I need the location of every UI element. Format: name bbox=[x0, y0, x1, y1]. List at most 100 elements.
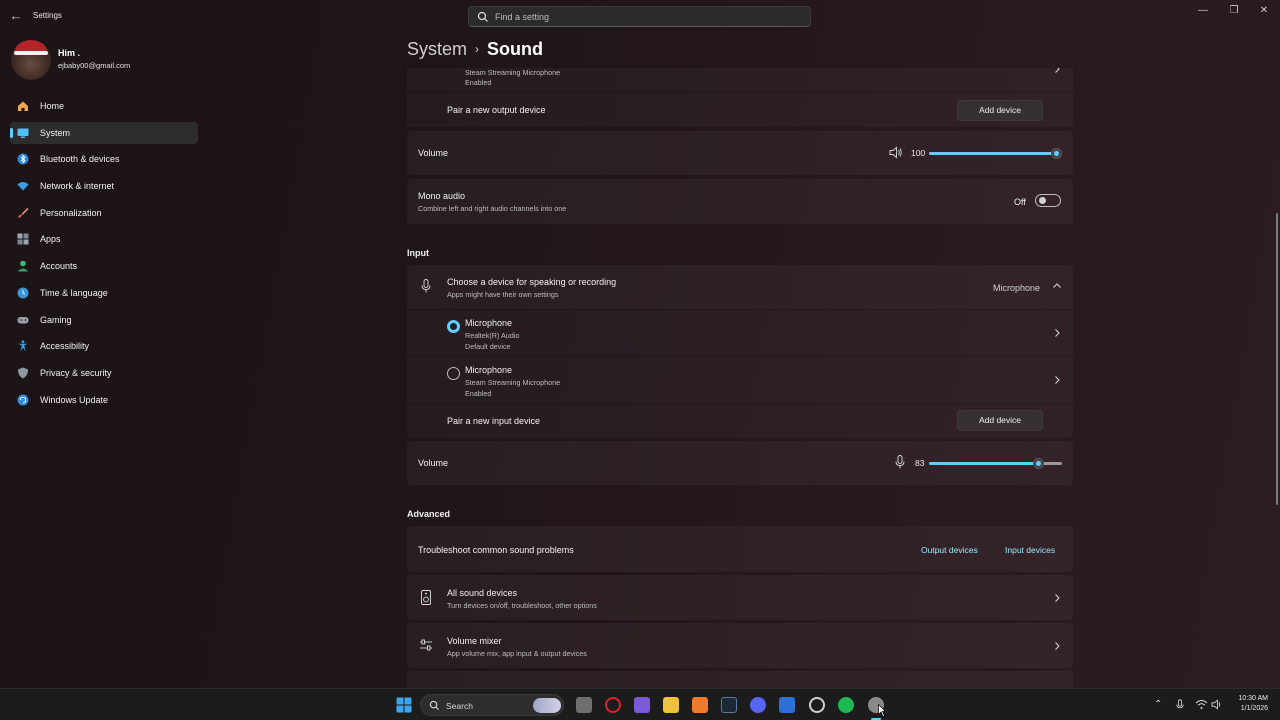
volume-mixer-card[interactable]: Volume mixer App volume mix, app input &… bbox=[407, 623, 1073, 668]
sidebar-item-bluetooth[interactable]: Bluetooth & devices bbox=[10, 148, 198, 170]
sidebar-item-network[interactable]: Network & internet bbox=[10, 175, 198, 197]
chevron-right-icon bbox=[1055, 329, 1060, 337]
output-volume-card: Volume 100 bbox=[407, 131, 1073, 175]
chevron-up-icon[interactable]: ⌃ bbox=[1154, 699, 1162, 710]
sidebar-item-label: Accessibility bbox=[40, 341, 90, 352]
sidebar-item-time-language[interactable]: Time & language bbox=[10, 282, 198, 304]
app-title: Settings bbox=[33, 11, 62, 20]
microphone-icon[interactable] bbox=[895, 455, 905, 469]
all-sound-devices-desc: Turn devices on/off, troubleshoot, other… bbox=[447, 601, 597, 610]
mono-audio-toggle[interactable] bbox=[1035, 194, 1061, 207]
sidebar-item-accounts[interactable]: Accounts bbox=[10, 255, 198, 277]
sidebar-item-label: Time & language bbox=[40, 287, 108, 298]
back-arrow-icon[interactable]: ← bbox=[8, 8, 24, 24]
sidebar-item-label: Privacy & security bbox=[40, 367, 112, 378]
minimize-button[interactable]: — bbox=[1193, 4, 1213, 18]
troubleshoot-label: Troubleshoot common sound problems bbox=[418, 545, 574, 555]
close-button[interactable]: ✕ bbox=[1254, 4, 1274, 18]
sidebar-item-windows-update[interactable]: Windows Update bbox=[10, 389, 198, 411]
sidebar-item-system[interactable]: System bbox=[10, 121, 198, 144]
windows-start-icon[interactable] bbox=[396, 697, 412, 713]
mono-audio-card: Mono audio Combine left and right audio … bbox=[407, 179, 1073, 224]
output-volume-value: 100 bbox=[911, 148, 926, 158]
input-volume-value: 83 bbox=[915, 458, 925, 468]
discord-icon[interactable] bbox=[750, 697, 766, 713]
selected-input-device: Microphone bbox=[993, 283, 1041, 293]
choose-input-device-row[interactable]: Choose a device for speaking or recordin… bbox=[407, 265, 1073, 309]
app-icon-purple[interactable] bbox=[634, 697, 650, 713]
find-setting-search[interactable] bbox=[468, 6, 811, 27]
input-device-name: Microphone bbox=[465, 318, 513, 328]
avatar[interactable] bbox=[11, 40, 51, 80]
clock-time: 10:30 AM bbox=[1238, 695, 1268, 702]
chevron-up-icon[interactable] bbox=[1052, 281, 1062, 291]
search-icon bbox=[429, 700, 440, 711]
app-icon-orange[interactable] bbox=[692, 697, 708, 713]
search-highlight-icon bbox=[533, 698, 561, 713]
restore-button[interactable]: ❐ bbox=[1224, 4, 1244, 18]
input-section-title: Input bbox=[407, 248, 429, 258]
advanced-section-title: Advanced bbox=[407, 509, 451, 519]
input-device-subtitle: Steam Streaming Microphone bbox=[465, 378, 561, 387]
sidebar-item-accessibility[interactable]: Accessibility bbox=[10, 335, 198, 357]
chevron-right-icon bbox=[1055, 376, 1060, 384]
sidebar-item-privacy-security[interactable]: Privacy & security bbox=[10, 362, 198, 384]
input-device-status: Default device bbox=[465, 342, 511, 351]
wifi-icon[interactable] bbox=[1195, 699, 1208, 710]
sidebar-item-label: Apps bbox=[40, 234, 61, 245]
brush-icon bbox=[18, 207, 29, 218]
title-bar: ← Settings — ❐ ✕ bbox=[0, 0, 1280, 34]
input-device-row[interactable]: Microphone Steam Streaming Microphone En… bbox=[407, 357, 1073, 403]
update-icon bbox=[17, 394, 29, 406]
spotify-icon[interactable] bbox=[838, 697, 854, 713]
speaker-icon[interactable] bbox=[889, 146, 903, 159]
app-icon-blue[interactable] bbox=[779, 697, 795, 713]
input-device-subtitle: Realtek(R) Audio bbox=[465, 331, 520, 340]
sidebar-item-apps[interactable]: Apps bbox=[10, 228, 198, 250]
input-device-radio[interactable] bbox=[447, 367, 460, 380]
input-volume-thumb[interactable] bbox=[1033, 458, 1044, 469]
all-sound-devices-card[interactable]: All sound devices Turn devices on/off, t… bbox=[407, 575, 1073, 620]
sidebar-item-label: Personalization bbox=[40, 207, 102, 218]
sound-settings-content: Steam Streaming Microphone Enabled Pair … bbox=[407, 68, 1074, 688]
input-device-radio-selected[interactable] bbox=[447, 320, 460, 333]
microphone-icon[interactable] bbox=[1176, 699, 1184, 711]
breadcrumb-separator: › bbox=[475, 42, 480, 56]
output-volume-slider[interactable] bbox=[929, 152, 1057, 155]
sidebar-item-gaming[interactable]: Gaming bbox=[10, 309, 198, 331]
choose-input-title: Choose a device for speaking or recordin… bbox=[447, 277, 617, 287]
app-icon-circle[interactable] bbox=[809, 697, 825, 713]
mono-audio-state: Off bbox=[1014, 197, 1026, 207]
task-view-icon[interactable] bbox=[576, 697, 592, 713]
add-input-device-button[interactable]: Add device bbox=[957, 410, 1043, 431]
opera-gx-icon[interactable] bbox=[605, 697, 621, 713]
accessibility-icon bbox=[18, 340, 28, 352]
output-volume-thumb[interactable] bbox=[1051, 148, 1062, 159]
choose-input-desc: Apps might have their own settings bbox=[447, 290, 559, 299]
person-icon bbox=[17, 260, 29, 272]
input-volume-label: Volume bbox=[418, 458, 449, 468]
hat-trim-graphic bbox=[14, 51, 48, 55]
taskbar-clock[interactable]: 10:30 AM 1/1/2026 bbox=[1226, 694, 1268, 714]
input-device-row[interactable]: Microphone Realtek(R) Audio Default devi… bbox=[407, 310, 1073, 356]
steam-icon[interactable] bbox=[721, 697, 737, 713]
search-input[interactable] bbox=[495, 9, 795, 25]
more-settings-card-partial[interactable] bbox=[407, 671, 1073, 688]
volume-icon[interactable] bbox=[1211, 699, 1223, 710]
output-volume-label: Volume bbox=[418, 148, 449, 158]
sidebar-item-home[interactable]: Home bbox=[10, 95, 198, 117]
input-volume-card: Volume 83 bbox=[407, 441, 1073, 485]
breadcrumb-parent[interactable]: System bbox=[407, 39, 467, 59]
taskbar-search[interactable]: Search bbox=[420, 694, 564, 716]
output-devices-link[interactable]: Output devices bbox=[921, 545, 978, 555]
troubleshoot-card: Troubleshoot common sound problems Outpu… bbox=[407, 526, 1073, 572]
sidebar-item-label: Bluetooth & devices bbox=[40, 154, 120, 165]
pair-output-row: Pair a new output device Add device bbox=[407, 93, 1073, 127]
output-device-row-partial[interactable]: Steam Streaming Microphone Enabled bbox=[407, 68, 1073, 92]
globe-clock-icon bbox=[17, 287, 29, 299]
page-scrollbar[interactable] bbox=[1276, 213, 1278, 505]
add-output-device-button[interactable]: Add device bbox=[957, 100, 1043, 121]
file-explorer-icon[interactable] bbox=[663, 697, 679, 713]
sidebar-item-personalization[interactable]: Personalization bbox=[10, 202, 198, 224]
input-devices-link[interactable]: Input devices bbox=[1005, 545, 1055, 555]
